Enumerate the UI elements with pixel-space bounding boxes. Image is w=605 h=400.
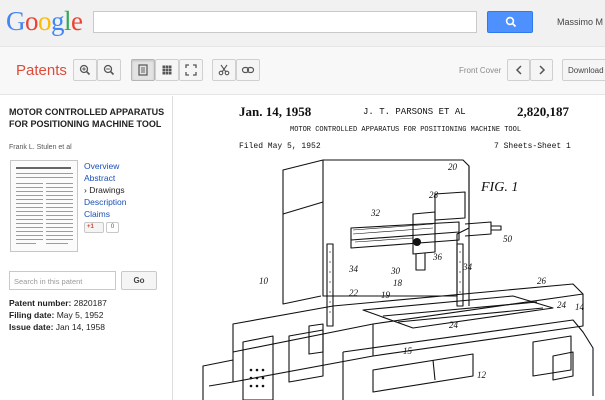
- machine-tool-drawing: 20 28 32 50 34 10 30 36 34 22 19 18 26 2…: [202, 159, 594, 400]
- section-title[interactable]: Patents: [16, 62, 67, 79]
- chevron-right-icon: [538, 65, 545, 75]
- google-logo[interactable]: Google: [6, 6, 83, 37]
- single-page-view-button[interactable]: [131, 59, 155, 81]
- patent-meta: Patent number: 2820187 Filing date: May …: [9, 297, 107, 333]
- fullscreen-icon: [185, 64, 197, 76]
- nav-claims[interactable]: Claims: [84, 208, 127, 220]
- zoom-out-icon: [103, 64, 115, 76]
- patent-number-value: 2820187: [73, 298, 107, 308]
- document-sheets: 7 Sheets-Sheet 1: [494, 142, 571, 151]
- link-icon: [241, 66, 255, 74]
- nav-drawings-label: Drawings: [89, 185, 125, 195]
- document-subtitle: MOTOR CONTROLLED APPARATUS FOR POSITIONI…: [290, 126, 522, 134]
- patent-info-panel: MOTOR CONTROLLED APPARATUS FOR POSITIONI…: [0, 96, 172, 400]
- search-input[interactable]: [93, 11, 477, 33]
- ref-label: 19: [381, 290, 391, 300]
- ref-label: 20: [448, 162, 458, 172]
- chevron-left-icon: [515, 65, 522, 75]
- document-inventor: J. T. PARSONS ET AL: [363, 107, 466, 117]
- gplus-label: +1: [87, 224, 94, 230]
- google-top-bar: Google Massimo M: [0, 0, 605, 47]
- zoom-out-button[interactable]: [97, 59, 121, 81]
- ref-label: 32: [370, 208, 381, 218]
- patent-number-row: Patent number: 2820187: [9, 297, 107, 309]
- search-button[interactable]: [487, 11, 533, 33]
- grid-icon: [162, 65, 172, 75]
- ref-label: 15: [403, 346, 413, 356]
- patent-drawing-page[interactable]: Jan. 14, 1958 J. T. PARSONS ET AL 2,820,…: [173, 96, 605, 400]
- link-button[interactable]: [236, 59, 260, 81]
- patent-nav: Overview Abstract › Drawings Description…: [84, 160, 127, 220]
- gplus-button[interactable]: +1: [84, 222, 104, 233]
- nav-drawings[interactable]: › Drawings: [84, 184, 127, 196]
- filing-date-row: Filing date: May 5, 1952: [9, 309, 107, 321]
- zoom-in-button[interactable]: [73, 59, 97, 81]
- filing-date-value: May 5, 1952: [56, 310, 104, 320]
- front-cover-label[interactable]: Front Cover: [459, 66, 501, 75]
- ref-label: 34: [348, 264, 359, 274]
- ref-label: 10: [259, 276, 269, 286]
- ref-label: 28: [429, 190, 439, 200]
- nav-overview[interactable]: Overview: [84, 160, 127, 172]
- fullscreen-button[interactable]: [179, 59, 203, 81]
- gplus-count: 0: [106, 222, 119, 233]
- filing-date-label: Filing date:: [9, 310, 55, 320]
- search-icon: [505, 16, 517, 28]
- next-page-button[interactable]: [530, 59, 553, 81]
- thumbnail-view-button[interactable]: [155, 59, 179, 81]
- issue-date-label: Issue date:: [9, 322, 54, 332]
- previous-page-button[interactable]: [507, 59, 530, 81]
- scissors-icon: [218, 64, 230, 76]
- nav-abstract[interactable]: Abstract: [84, 172, 127, 184]
- document-date: Jan. 14, 1958: [239, 104, 312, 119]
- ref-label: 18: [393, 278, 403, 288]
- figure-label: FIG. 1: [481, 180, 519, 195]
- ref-label: 24: [557, 300, 567, 310]
- ref-label: 30: [390, 266, 401, 276]
- ref-label: 50: [503, 234, 513, 244]
- clip-button[interactable]: [212, 59, 236, 81]
- patent-inventor[interactable]: Frank L. Stulen et al: [9, 144, 72, 151]
- patents-toolbar: Patents Front Cover Download: [0, 47, 605, 95]
- page-icon: [138, 64, 148, 76]
- ref-label: 34: [462, 262, 473, 272]
- patent-thumbnail[interactable]: [10, 160, 78, 252]
- user-name[interactable]: Massimo M: [557, 17, 603, 27]
- ref-label: 14: [575, 302, 585, 312]
- patent-number-label: Patent number:: [9, 298, 72, 308]
- ref-label: 22: [349, 288, 359, 298]
- ref-label: 36: [432, 252, 443, 262]
- nav-description[interactable]: Description: [84, 196, 127, 208]
- download-button[interactable]: Download: [562, 59, 605, 81]
- ref-label: 26: [537, 276, 547, 286]
- ref-label: 12: [477, 370, 487, 380]
- patent-search-go-button[interactable]: Go: [121, 271, 157, 290]
- patent-title: MOTOR CONTROLLED APPARATUS FOR POSITIONI…: [9, 107, 165, 129]
- ref-label: 24: [449, 320, 459, 330]
- issue-date-value: Jan 14, 1958: [55, 322, 105, 332]
- issue-date-row: Issue date: Jan 14, 1958: [9, 321, 107, 333]
- zoom-in-icon: [79, 64, 91, 76]
- document-filed-date: Filed May 5, 1952: [239, 142, 321, 151]
- document-number: 2,820,187: [517, 104, 569, 119]
- patent-search-input[interactable]: Search in this patent: [9, 271, 116, 290]
